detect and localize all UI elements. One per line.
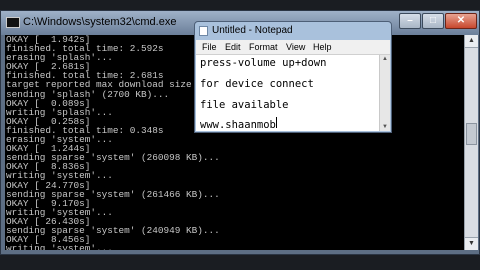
text-caret [276, 117, 277, 128]
cmd-window-title: C:\Windows\system32\cmd.exe [23, 16, 177, 28]
menu-help[interactable]: Help [313, 42, 332, 52]
menu-edit[interactable]: Edit [225, 42, 241, 52]
notepad-menu-bar: File Edit Format View Help [196, 40, 390, 55]
notepad-text-area[interactable]: press-volume up+down for device connect … [196, 55, 379, 131]
cmd-app-icon [6, 17, 20, 28]
notepad-line: www.shaanmob [200, 119, 276, 131]
menu-format[interactable]: Format [249, 42, 278, 52]
maximize-button[interactable]: □ [422, 13, 444, 29]
notepad-window-title: Untitled - Notepad [212, 25, 293, 36]
close-icon: ✕ [456, 15, 466, 26]
close-button[interactable]: ✕ [445, 13, 477, 29]
notepad-app-icon [199, 26, 208, 36]
scroll-thumb[interactable] [466, 123, 477, 145]
menu-view[interactable]: View [286, 42, 305, 52]
notepad-title-bar[interactable]: Untitled - Notepad [195, 22, 391, 40]
console-scrollbar[interactable]: ▲ ▼ [464, 35, 478, 250]
console-line: writing 'system'... [6, 243, 113, 250]
scroll-up-icon[interactable]: ▲ [380, 56, 390, 62]
minimize-icon: – [407, 15, 413, 26]
scroll-down-icon[interactable]: ▼ [465, 237, 478, 250]
notepad-line: file available [200, 99, 289, 111]
scroll-up-icon[interactable]: ▲ [465, 35, 478, 48]
minimize-button[interactable]: – [399, 13, 421, 29]
notepad-window[interactable]: Untitled - Notepad File Edit Format View… [194, 21, 392, 133]
desktop: C:\Windows\system32\cmd.exe – □ ✕ OKAY [… [0, 0, 480, 270]
maximize-icon: □ [429, 15, 437, 26]
notepad-line: for device connect [200, 78, 314, 90]
scroll-down-icon[interactable]: ▼ [380, 124, 390, 130]
notepad-line: press-volume up+down [200, 57, 327, 69]
menu-file[interactable]: File [202, 42, 217, 52]
notepad-scrollbar[interactable]: ▲ ▼ [379, 55, 390, 131]
